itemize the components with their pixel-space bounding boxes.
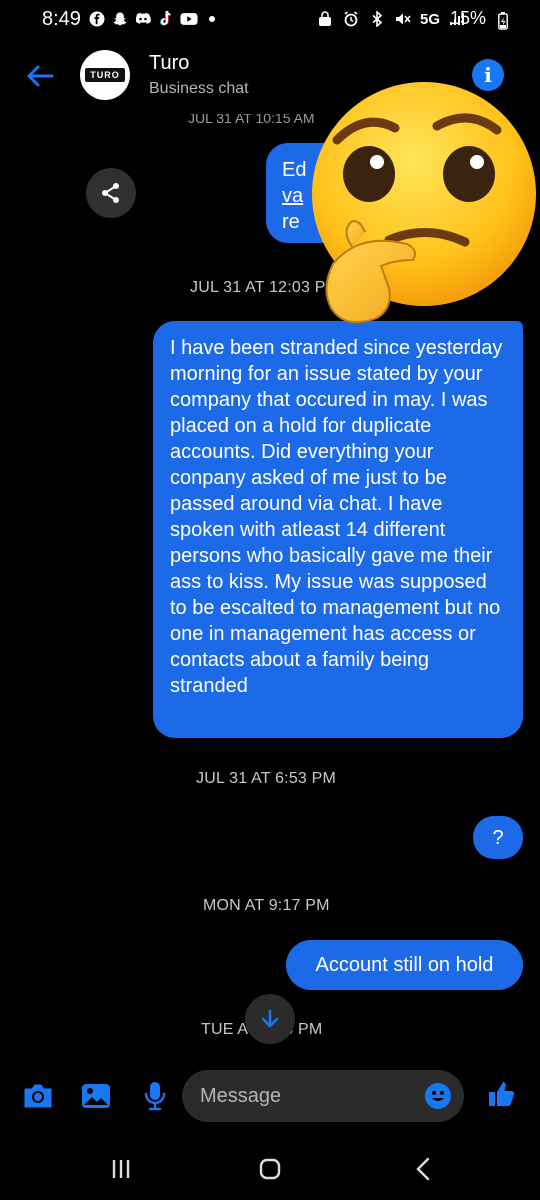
scroll-to-bottom-button[interactable]	[245, 994, 295, 1044]
bluetooth-icon	[368, 10, 386, 28]
facebook-icon	[88, 10, 106, 28]
back-arrow-icon[interactable]	[22, 58, 58, 94]
discord-icon	[134, 10, 152, 28]
message-input[interactable]	[182, 1070, 464, 1122]
home-icon[interactable]	[255, 1154, 285, 1184]
message-composer	[0, 1062, 540, 1132]
notification-icons	[88, 10, 221, 28]
message-bubble-sent[interactable]: ?	[473, 816, 523, 859]
arrow-down-icon	[261, 1009, 279, 1028]
contact-subtitle: Business chat	[149, 80, 249, 97]
system-icons: 5G	[316, 10, 466, 28]
message-bubble-sent[interactable]: Account still on hold	[286, 940, 523, 990]
tiktok-icon	[157, 10, 175, 28]
status-time: 8:49	[42, 8, 81, 30]
system-nav-bar	[0, 1134, 540, 1200]
alarm-icon	[342, 10, 360, 28]
turo-logo: TURO	[85, 68, 125, 82]
thinking-face-emoji	[297, 82, 537, 342]
camera-icon[interactable]	[22, 1080, 54, 1112]
dot-icon	[203, 10, 221, 28]
microphone-icon[interactable]	[139, 1080, 171, 1112]
gallery-icon[interactable]	[80, 1080, 112, 1112]
share-icon	[102, 183, 119, 203]
battery-icon	[498, 12, 508, 35]
snapchat-icon	[111, 10, 129, 28]
recent-apps-icon[interactable]	[106, 1154, 136, 1184]
timestamp: MON AT 9:17 PM	[203, 897, 330, 914]
youtube-icon	[180, 10, 198, 28]
nav-back-icon[interactable]	[409, 1154, 439, 1184]
timestamp: JUL 31 AT 6:53 PM	[196, 770, 337, 787]
message-bubble-sent[interactable]: I have been stranded since yesterday mor…	[153, 321, 523, 738]
thumbs-up-icon[interactable]	[486, 1078, 518, 1110]
status-bar: 8:49 5G 15%	[0, 0, 540, 44]
share-button[interactable]	[86, 168, 136, 218]
lock-icon	[316, 10, 334, 28]
avatar[interactable]: TURO	[80, 50, 130, 100]
battery-percentage: 15%	[450, 8, 487, 28]
contact-name[interactable]: Turo	[149, 52, 189, 75]
smiley-icon[interactable]	[424, 1082, 452, 1110]
mute-icon	[394, 10, 412, 28]
network-type: 5G	[420, 10, 441, 28]
